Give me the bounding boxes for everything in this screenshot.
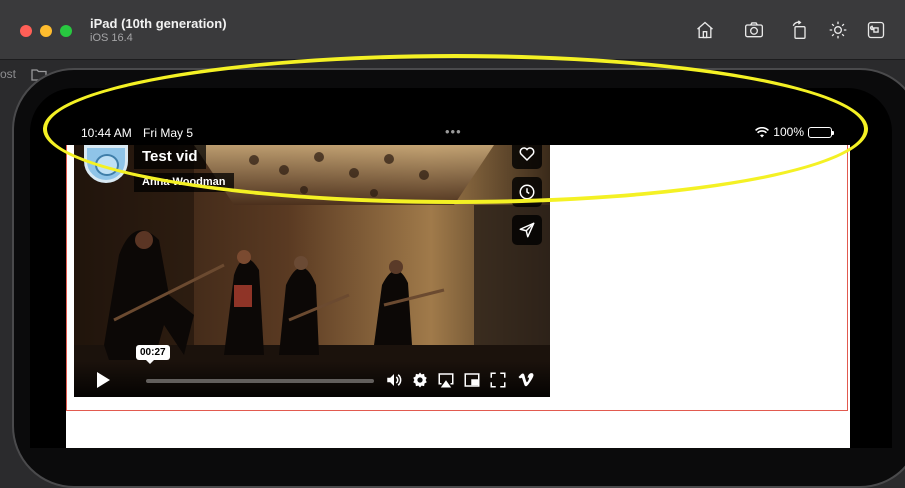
close-window-button[interactable] bbox=[20, 25, 32, 37]
host-partial-label: ost bbox=[0, 67, 17, 81]
battery-percent: 100% bbox=[773, 125, 804, 139]
rotate-icon bbox=[792, 20, 806, 39]
fullscreen-icon bbox=[490, 372, 506, 388]
battery-icon bbox=[808, 126, 834, 138]
picture-in-picture-icon bbox=[464, 373, 480, 387]
play-icon bbox=[97, 372, 110, 388]
wifi-icon bbox=[755, 126, 770, 137]
home-icon bbox=[697, 21, 713, 39]
simulator-titlebar: iPad (10th generation) iOS 16.4 bbox=[0, 0, 905, 60]
screenshot-icon bbox=[745, 22, 763, 38]
appearance-icon bbox=[829, 21, 847, 39]
status-date: Fri May 5 bbox=[143, 126, 194, 140]
appearance-button[interactable] bbox=[826, 18, 850, 42]
home-button[interactable] bbox=[693, 18, 717, 42]
multitasking-menu[interactable]: ••• bbox=[445, 124, 462, 139]
rotate-button[interactable] bbox=[788, 18, 812, 42]
os-version: iOS 16.4 bbox=[90, 32, 133, 44]
airplay-icon bbox=[438, 373, 454, 388]
volume-icon bbox=[387, 374, 402, 386]
watch-later-button[interactable] bbox=[512, 177, 542, 207]
settings-button[interactable] bbox=[410, 370, 430, 390]
web-page: Test vid Anna Woodman 00:27 bbox=[66, 145, 850, 448]
watch-later-icon bbox=[519, 184, 535, 200]
status-time: 10:44 AM bbox=[81, 126, 132, 140]
player-controls bbox=[74, 361, 550, 397]
vimeo-logo-icon bbox=[518, 373, 534, 387]
volume-button[interactable] bbox=[384, 370, 404, 390]
video-title[interactable]: Test vid bbox=[134, 145, 206, 169]
fullscreen-button[interactable] bbox=[488, 370, 508, 390]
status-bar: 10:44 AM Fri May 5 ••• 100% bbox=[30, 124, 892, 142]
zoom-window-button[interactable] bbox=[60, 25, 72, 37]
ipad-screen: 10:44 AM Fri May 5 ••• 100% Test vid Ann… bbox=[30, 88, 892, 448]
keyboard-command-icon bbox=[867, 21, 885, 39]
device-name: iPad (10th generation) bbox=[90, 16, 227, 31]
vimeo-logo-link[interactable] bbox=[516, 370, 536, 390]
keyboard-button[interactable] bbox=[864, 18, 888, 42]
video-player[interactable]: Test vid Anna Woodman 00:27 bbox=[74, 145, 550, 397]
share-icon bbox=[519, 222, 535, 238]
video-owner[interactable]: Anna Woodman bbox=[134, 173, 234, 192]
settings-icon bbox=[413, 372, 427, 388]
picture-in-picture-button[interactable] bbox=[462, 370, 482, 390]
like-button[interactable] bbox=[512, 145, 542, 169]
status-right-group: 100% bbox=[755, 125, 834, 139]
airplay-button[interactable] bbox=[436, 370, 456, 390]
current-time-tooltip: 00:27 bbox=[136, 345, 170, 364]
share-button[interactable] bbox=[512, 215, 542, 245]
play-button[interactable] bbox=[92, 369, 114, 391]
minimize-window-button[interactable] bbox=[40, 25, 52, 37]
screenshot-button[interactable] bbox=[742, 18, 766, 42]
like-icon bbox=[519, 147, 535, 162]
progress-bar[interactable] bbox=[146, 379, 374, 383]
